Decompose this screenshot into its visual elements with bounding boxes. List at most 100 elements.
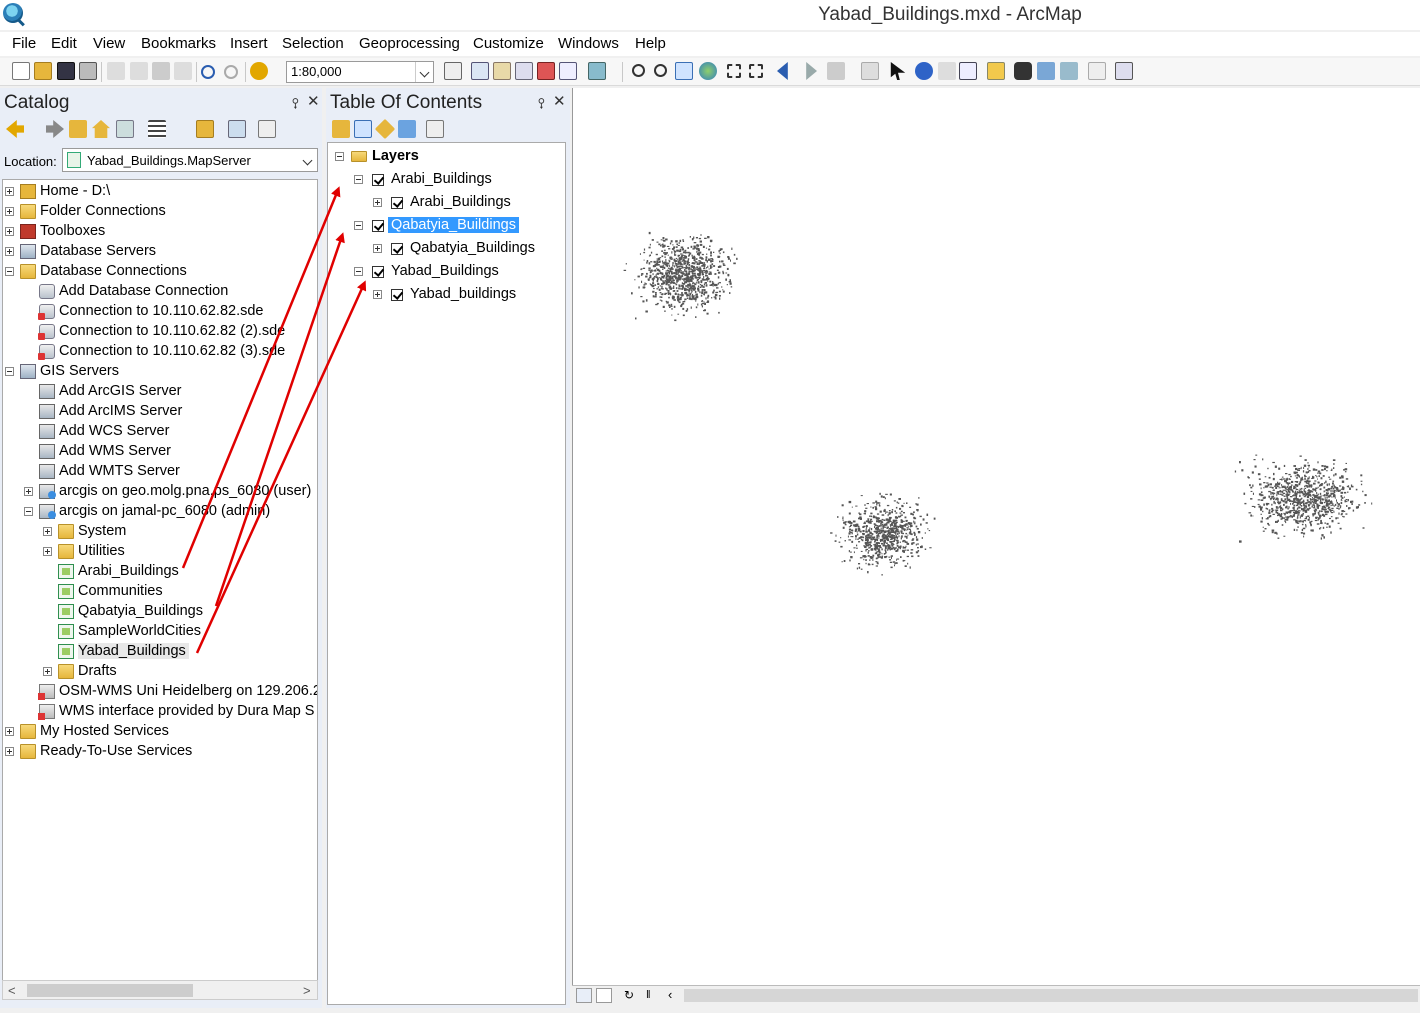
print-icon[interactable] bbox=[79, 62, 97, 80]
open-icon[interactable] bbox=[34, 62, 52, 80]
undo-icon[interactable] bbox=[201, 65, 215, 79]
map-scale-combobox[interactable]: 1:80,000 bbox=[286, 61, 434, 83]
table-of-contents-icon[interactable] bbox=[471, 62, 489, 80]
refresh-icon[interactable]: ↻ bbox=[624, 988, 640, 1003]
add-data-icon[interactable] bbox=[250, 62, 268, 80]
tree-item-qabatyia-buildings[interactable]: Qabatyia_Buildings bbox=[3, 602, 317, 622]
tree-item-add-wmts-server[interactable]: Add WMTS Server bbox=[3, 462, 317, 482]
expand-icon[interactable] bbox=[5, 747, 14, 756]
list-by-visibility-icon[interactable] bbox=[374, 118, 396, 140]
map-display[interactable] bbox=[572, 88, 1420, 985]
tree-item-dura-map-wms[interactable]: WMS interface provided by Dura Map S bbox=[3, 702, 317, 722]
zoom-in-icon[interactable] bbox=[632, 64, 645, 77]
menu-edit[interactable]: Edit bbox=[51, 35, 77, 52]
go-back-icon[interactable] bbox=[777, 62, 788, 80]
map-horizontal-scrollbar[interactable] bbox=[684, 989, 1418, 1002]
new-folder-icon[interactable] bbox=[196, 120, 214, 138]
tree-item-add-wcs-server[interactable]: Add WCS Server bbox=[3, 422, 317, 442]
expand-icon[interactable] bbox=[43, 667, 52, 676]
go-to-xy-icon[interactable] bbox=[1060, 62, 1078, 80]
delete-icon[interactable] bbox=[174, 62, 192, 80]
expand-icon[interactable] bbox=[373, 290, 382, 299]
time-slider-icon[interactable] bbox=[1088, 62, 1106, 80]
tree-item-osm-wms[interactable]: OSM-WMS Uni Heidelberg on 129.206.2 bbox=[3, 682, 317, 702]
pause-drawing-icon[interactable]: ‖ bbox=[646, 988, 662, 1003]
connect-folder-icon[interactable] bbox=[116, 120, 134, 138]
toc-group-layer-qabatyia[interactable]: Qabatyia_Buildings bbox=[328, 216, 565, 236]
fixed-zoom-out-icon[interactable] bbox=[749, 64, 763, 78]
tree-item-utilities[interactable]: Utilities bbox=[3, 542, 317, 562]
scroll-left-icon[interactable]: < bbox=[8, 983, 16, 998]
toc-layers-root[interactable]: Layers bbox=[328, 147, 565, 167]
find-route-icon[interactable] bbox=[1037, 62, 1055, 80]
html-popup-icon[interactable] bbox=[959, 62, 977, 80]
expand-icon[interactable] bbox=[5, 247, 14, 256]
tree-item-my-hosted-services[interactable]: My Hosted Services bbox=[3, 722, 317, 742]
toc-sublayer-arabi[interactable]: Arabi_Buildings bbox=[328, 193, 565, 213]
expand-icon[interactable] bbox=[373, 198, 382, 207]
layer-visibility-checkbox[interactable] bbox=[372, 220, 384, 232]
tree-item-gis-servers[interactable]: GIS Servers bbox=[3, 362, 317, 382]
save-icon[interactable] bbox=[57, 62, 75, 80]
menu-bookmarks[interactable]: Bookmarks bbox=[141, 35, 216, 52]
tree-item-ready-to-use-services[interactable]: Ready-To-Use Services bbox=[3, 742, 317, 762]
new-document-icon[interactable] bbox=[12, 62, 30, 80]
collapse-icon[interactable] bbox=[354, 221, 363, 230]
collapse-icon[interactable] bbox=[5, 367, 14, 376]
tree-item-add-database-connection[interactable]: Add Database Connection bbox=[3, 282, 317, 302]
collapse-icon[interactable] bbox=[335, 152, 344, 161]
clear-selection-icon[interactable] bbox=[861, 62, 879, 80]
close-icon[interactable]: ✕ bbox=[553, 92, 566, 110]
data-view-icon[interactable] bbox=[576, 988, 592, 1003]
view-options-icon[interactable] bbox=[148, 120, 166, 138]
location-combobox[interactable]: Yabad_Buildings.MapServer bbox=[62, 148, 318, 172]
editor-toolbar-icon[interactable] bbox=[444, 62, 462, 80]
options-icon[interactable] bbox=[258, 120, 276, 138]
create-viewer-icon[interactable] bbox=[1115, 62, 1133, 80]
expand-icon[interactable] bbox=[5, 727, 14, 736]
menu-geoprocessing[interactable]: Geoprocessing bbox=[359, 35, 460, 52]
tree-item-home[interactable]: Home - D:\ bbox=[3, 182, 317, 202]
copy-icon[interactable] bbox=[130, 62, 148, 80]
expand-icon[interactable] bbox=[5, 227, 14, 236]
expand-icon[interactable] bbox=[373, 244, 382, 253]
back-arrow-icon[interactable] bbox=[6, 120, 24, 138]
model-builder-icon[interactable] bbox=[588, 62, 606, 80]
menu-insert[interactable]: Insert bbox=[230, 35, 268, 52]
redo-icon[interactable] bbox=[224, 65, 238, 79]
tree-item-arabi-buildings[interactable]: Arabi_Buildings bbox=[3, 562, 317, 582]
list-by-source-icon[interactable] bbox=[354, 120, 372, 138]
chevron-down-icon[interactable] bbox=[299, 150, 317, 170]
layer-visibility-checkbox[interactable] bbox=[372, 174, 384, 186]
toc-sublayer-qabatyia[interactable]: Qabatyia_Buildings bbox=[328, 239, 565, 259]
tree-item-add-arcims-server[interactable]: Add ArcIMS Server bbox=[3, 402, 317, 422]
go-forward-icon[interactable] bbox=[806, 62, 817, 80]
scroll-left-icon[interactable]: ‹ bbox=[668, 988, 684, 1003]
tree-item-drafts[interactable]: Drafts bbox=[3, 662, 317, 682]
tree-item-database-servers[interactable]: Database Servers bbox=[3, 242, 317, 262]
scroll-right-icon[interactable]: > bbox=[303, 983, 311, 998]
arctoolbox-icon[interactable] bbox=[537, 62, 555, 80]
select-elements-icon[interactable] bbox=[890, 62, 906, 80]
close-icon[interactable]: ✕ bbox=[307, 92, 320, 110]
pin-icon[interactable]: ⯱ bbox=[538, 95, 545, 116]
menu-help[interactable]: Help bbox=[635, 35, 666, 52]
layer-visibility-checkbox[interactable] bbox=[391, 197, 403, 209]
list-by-selection-icon[interactable] bbox=[398, 120, 416, 138]
tree-item-sde-connection-2[interactable]: Connection to 10.110.62.82 (2).sde bbox=[3, 322, 317, 342]
identify-icon[interactable] bbox=[915, 62, 933, 80]
pan-icon[interactable] bbox=[675, 62, 693, 80]
tree-item-communities[interactable]: Communities bbox=[3, 582, 317, 602]
chevron-down-icon[interactable] bbox=[415, 62, 433, 82]
scrollbar-thumb[interactable] bbox=[27, 984, 193, 997]
expand-icon[interactable] bbox=[43, 527, 52, 536]
toc-sublayer-yabad[interactable]: Yabad_buildings bbox=[328, 285, 565, 305]
select-by-graphics-icon[interactable] bbox=[827, 62, 845, 80]
menu-customize[interactable]: Customize bbox=[473, 35, 544, 52]
toc-options-icon[interactable] bbox=[426, 120, 444, 138]
find-icon[interactable] bbox=[1014, 62, 1032, 80]
toc-group-layer-yabad[interactable]: Yabad_Buildings bbox=[328, 262, 565, 282]
collapse-icon[interactable] bbox=[354, 267, 363, 276]
tree-item-yabad-buildings[interactable]: Yabad_Buildings bbox=[3, 642, 317, 662]
tree-item-sde-connection-3[interactable]: Connection to 10.110.62.82 (3).sde bbox=[3, 342, 317, 362]
